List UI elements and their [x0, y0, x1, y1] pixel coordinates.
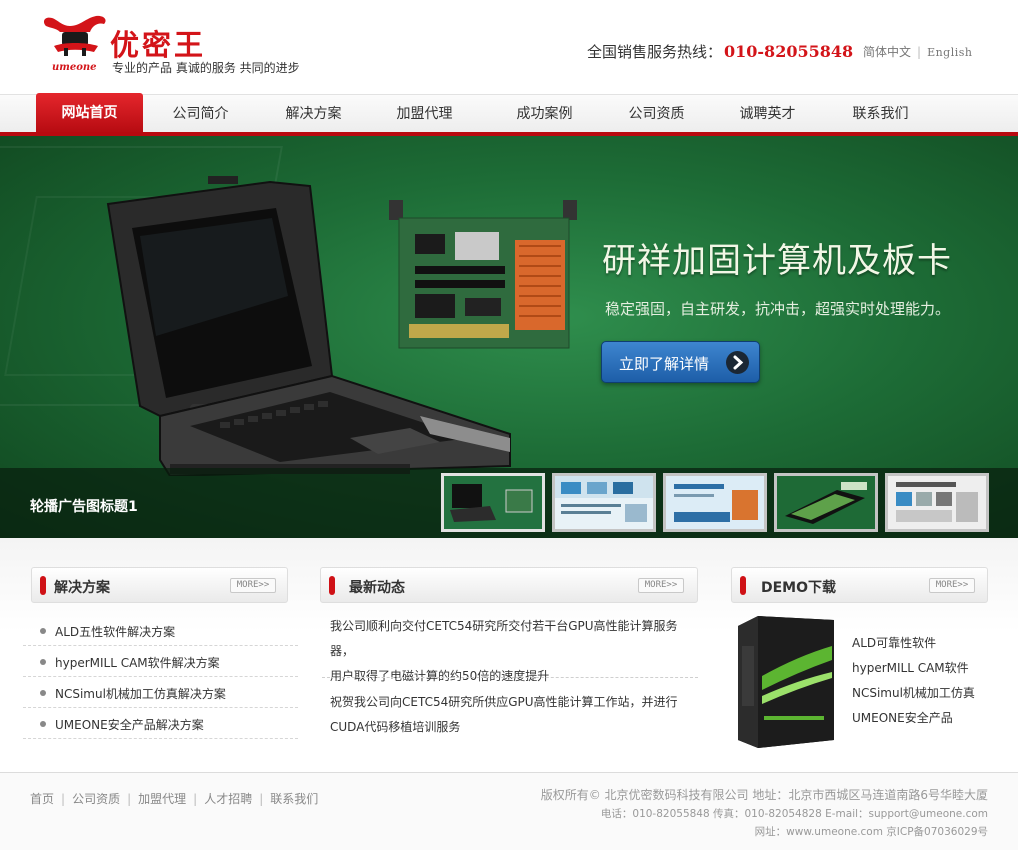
nav-item-solutions[interactable]: 解决方案: [260, 95, 367, 133]
footer-link-careers[interactable]: 人才招聘: [204, 792, 252, 806]
bullet-icon: [40, 628, 46, 634]
site-header: 优密王 umeone 专业的产品 真诚的服务 共同的进步 全国销售服务热线： 01…: [0, 0, 1018, 94]
logo-text: 优密王: [110, 28, 207, 62]
hotline-number: 010-82055848: [724, 42, 854, 61]
banner-thumb-4[interactable]: [774, 473, 878, 532]
bullet-icon: [40, 721, 46, 727]
news-more-button[interactable]: MORE>>: [638, 578, 684, 593]
solution-item[interactable]: hyperMILL CAM软件解决方案: [23, 646, 298, 677]
banner-thumb-1[interactable]: [441, 473, 545, 532]
footer-separator: |: [127, 792, 132, 806]
hotline-label: 全国销售服务热线：: [587, 43, 723, 61]
language-switcher: 简体中文 | English: [863, 43, 972, 60]
solution-item-label: hyperMILL CAM软件解决方案: [55, 656, 220, 670]
solutions-title: 解决方案: [54, 580, 110, 596]
demo-item[interactable]: ALD可靠性软件: [852, 634, 936, 651]
lang-chinese-link[interactable]: 简体中文: [863, 45, 911, 59]
lang-english-link[interactable]: English: [927, 46, 972, 59]
arrow-right-icon: [726, 351, 749, 374]
site-footer: 首页 | 公司资质 | 加盟代理 | 人才招聘 | 联系我们 版权所有© 北京优密数码科技有限公…: [0, 772, 1018, 850]
footer-copyright: 版权所有© 北京优密数码科技有限公司 地址：北京市西城区马连道南路6号华睦大厦: [540, 788, 988, 802]
board-card-image: [389, 200, 577, 349]
news-item[interactable]: 祝贺我公司向CETC54研究所供应GPU高性能计算工作站，并进行 CUDA代码移…: [330, 690, 690, 740]
demo-header: DEMO下载 MORE>>: [731, 567, 988, 603]
news-title: 最新动态: [349, 580, 405, 596]
hotline: 全国销售服务热线： 010-82055848: [587, 41, 853, 62]
footer-link-home[interactable]: 首页: [30, 792, 54, 806]
bullet-icon: [40, 690, 46, 696]
nav-item-about[interactable]: 公司简介: [147, 95, 254, 133]
demo-item[interactable]: NCSimul机械加工仿真: [852, 684, 975, 701]
nav-item-cases[interactable]: 成功案例: [491, 95, 598, 133]
demo-item[interactable]: UMEONE安全产品: [852, 709, 953, 726]
solution-item[interactable]: ALD五性软件解决方案: [23, 615, 298, 646]
news-item-line: 我公司顺利向交付CETC54研究所交付若干台GPU高性能计算服务器，: [330, 619, 678, 658]
logo-emblem-icon: [44, 15, 106, 56]
demo-more-button[interactable]: MORE>>: [929, 578, 975, 593]
banner-description: 稳定强固，自主研发，抗冲击，超强实时处理能力。: [605, 300, 951, 318]
learn-more-label: 立即了解详情: [619, 355, 710, 373]
footer-separator: |: [193, 792, 198, 806]
nav-item-contact[interactable]: 联系我们: [827, 95, 934, 133]
demo-item[interactable]: hyperMILL CAM软件: [852, 659, 969, 676]
banner-thumb-3[interactable]: [663, 473, 767, 532]
logo-subtext: umeone: [52, 62, 97, 73]
nav-item-home[interactable]: 网站首页: [36, 93, 143, 133]
news-divider: [322, 677, 698, 678]
logo[interactable]: 优密王 umeone 专业的产品 真诚的服务 共同的进步: [40, 12, 310, 78]
nav-item-qualification[interactable]: 公司资质: [603, 95, 710, 133]
nav-item-careers[interactable]: 诚聘英才: [714, 95, 821, 133]
solution-item[interactable]: UMEONE安全产品解决方案: [23, 708, 298, 739]
solution-item-label: ALD五性软件解决方案: [55, 625, 176, 639]
software-box-image: [738, 616, 834, 748]
news-item-line: CUDA代码移植培训服务: [330, 720, 461, 734]
learn-more-button[interactable]: 立即了解详情: [601, 341, 760, 383]
slogan: 专业的产品 真诚的服务 共同的进步: [112, 61, 300, 75]
footer-site-info: 网址：www.umeone.com 京ICP备07036029号: [754, 826, 988, 838]
footer-separator: |: [259, 792, 264, 806]
footer-contact-info: 电话：010-82055848 传真：010-82054828 E-mail：s…: [600, 808, 988, 820]
footer-links: 首页 | 公司资质 | 加盟代理 | 人才招聘 | 联系我们: [30, 790, 318, 807]
footer-link-qualification[interactable]: 公司资质: [72, 792, 120, 806]
footer-link-contact[interactable]: 联系我们: [270, 792, 318, 806]
demo-marker-icon: [740, 576, 746, 595]
banner-thumb-5[interactable]: [885, 473, 989, 532]
news-header: 最新动态 MORE>>: [320, 567, 698, 603]
footer-separator: |: [61, 792, 66, 806]
solution-item[interactable]: NCSimul机械加工仿真解决方案: [23, 677, 298, 708]
solution-item-label: UMEONE安全产品解决方案: [55, 718, 204, 732]
solutions-more-button[interactable]: MORE>>: [230, 578, 276, 593]
news-marker-icon: [329, 576, 335, 595]
main-nav: 网站首页 公司简介 解决方案 加盟代理 成功案例 公司资质 诚聘英才 联系我们: [0, 93, 1018, 136]
demo-title: DEMO下载: [761, 580, 837, 596]
banner-thumb-2[interactable]: [552, 473, 656, 532]
solution-item-label: NCSimul机械加工仿真解决方案: [55, 687, 226, 701]
news-item-line: 祝贺我公司向CETC54研究所供应GPU高性能计算工作站，并进行: [330, 695, 678, 709]
nav-item-agency[interactable]: 加盟代理: [371, 95, 478, 133]
solutions-marker-icon: [40, 576, 46, 595]
bullet-icon: [40, 659, 46, 665]
lang-separator: |: [917, 45, 922, 59]
footer-link-agency[interactable]: 加盟代理: [138, 792, 186, 806]
banner-title: 研祥加固计算机及板卡: [602, 241, 952, 281]
banner-caption: 轮播广告图标题1: [30, 499, 138, 515]
solutions-header: 解决方案 MORE>>: [31, 567, 288, 603]
